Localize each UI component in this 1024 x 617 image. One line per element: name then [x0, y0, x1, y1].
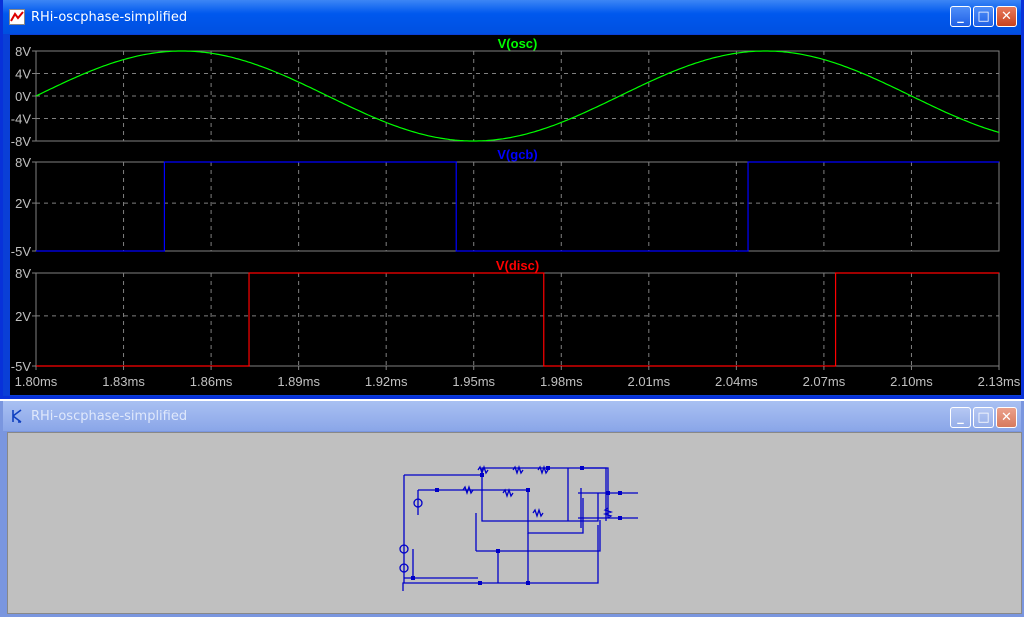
y-tick-label: 8V	[15, 155, 31, 170]
x-tick-label: 1.89ms	[277, 374, 320, 389]
x-tick-label: 1.86ms	[190, 374, 233, 389]
schematic-canvas[interactable]	[7, 432, 1022, 614]
waveform-plot-area[interactable]: 8V 4V 0V -4V -8V V(osc) 8V 2V -5V V(gcb) 8V 2V -5V V(…	[10, 35, 1021, 395]
trace-Vgcb	[36, 161, 999, 252]
minimize-button[interactable]: _	[950, 407, 971, 428]
close-button[interactable]: ✕	[996, 6, 1017, 27]
schematic-window: RHi-oscphase-simplified _ □ ✕	[0, 401, 1024, 617]
x-tick-label: 2.04ms	[715, 374, 758, 389]
x-tick-label: 1.92ms	[365, 374, 408, 389]
x-tick-label: 2.07ms	[803, 374, 846, 389]
maximize-button[interactable]: □	[973, 407, 994, 428]
x-tick-label: 2.10ms	[890, 374, 933, 389]
waveform-title-bar[interactable]: RHi-oscphase-simplified _ □ ✕	[3, 0, 1021, 34]
close-button[interactable]: ✕	[996, 407, 1017, 428]
transistor-app-icon	[9, 408, 25, 424]
minimize-button[interactable]: _	[950, 6, 971, 27]
trace-label-Vosc: V(osc)	[498, 36, 538, 51]
plot-frame	[35, 272, 1000, 367]
trace-label-Vgcb: V(gcb)	[497, 147, 537, 162]
y-tick-label: -8V	[11, 134, 32, 149]
x-tick-label: 1.98ms	[540, 374, 583, 389]
maximize-button[interactable]: □	[973, 6, 994, 27]
schematic-title-bar[interactable]: RHi-oscphase-simplified _ □ ✕	[3, 401, 1021, 431]
y-tick-label: 0V	[15, 89, 31, 104]
waveform-window-title: RHi-oscphase-simplified	[31, 9, 188, 25]
x-tick-label: 2.01ms	[627, 374, 670, 389]
y-tick-label: 8V	[15, 44, 31, 59]
x-tick-label: 2.13ms	[978, 374, 1021, 389]
circuit-schematic	[399, 464, 638, 591]
x-tick-label: 1.95ms	[452, 374, 495, 389]
y-tick-label: -5V	[11, 244, 32, 259]
waveform-app-icon	[9, 9, 25, 25]
waveform-window: RHi-oscphase-simplified _ □ ✕ 8V 4V 0V -4V -…	[0, 0, 1024, 399]
y-tick-label: 4V	[15, 67, 31, 82]
schematic-window-title: RHi-oscphase-simplified	[31, 408, 188, 424]
x-tick-label: 1.83ms	[102, 374, 145, 389]
y-tick-label: 2V	[15, 309, 31, 324]
y-tick-label: -5V	[11, 359, 32, 374]
x-tick-label: 1.80ms	[15, 374, 58, 389]
y-tick-label: 8V	[15, 266, 31, 281]
y-tick-label: 2V	[15, 196, 31, 211]
plot-frame	[35, 161, 1000, 252]
trace-Vdisc	[36, 272, 999, 367]
trace-label-Vdisc: V(disc)	[496, 258, 539, 273]
y-tick-label: -4V	[11, 112, 32, 127]
